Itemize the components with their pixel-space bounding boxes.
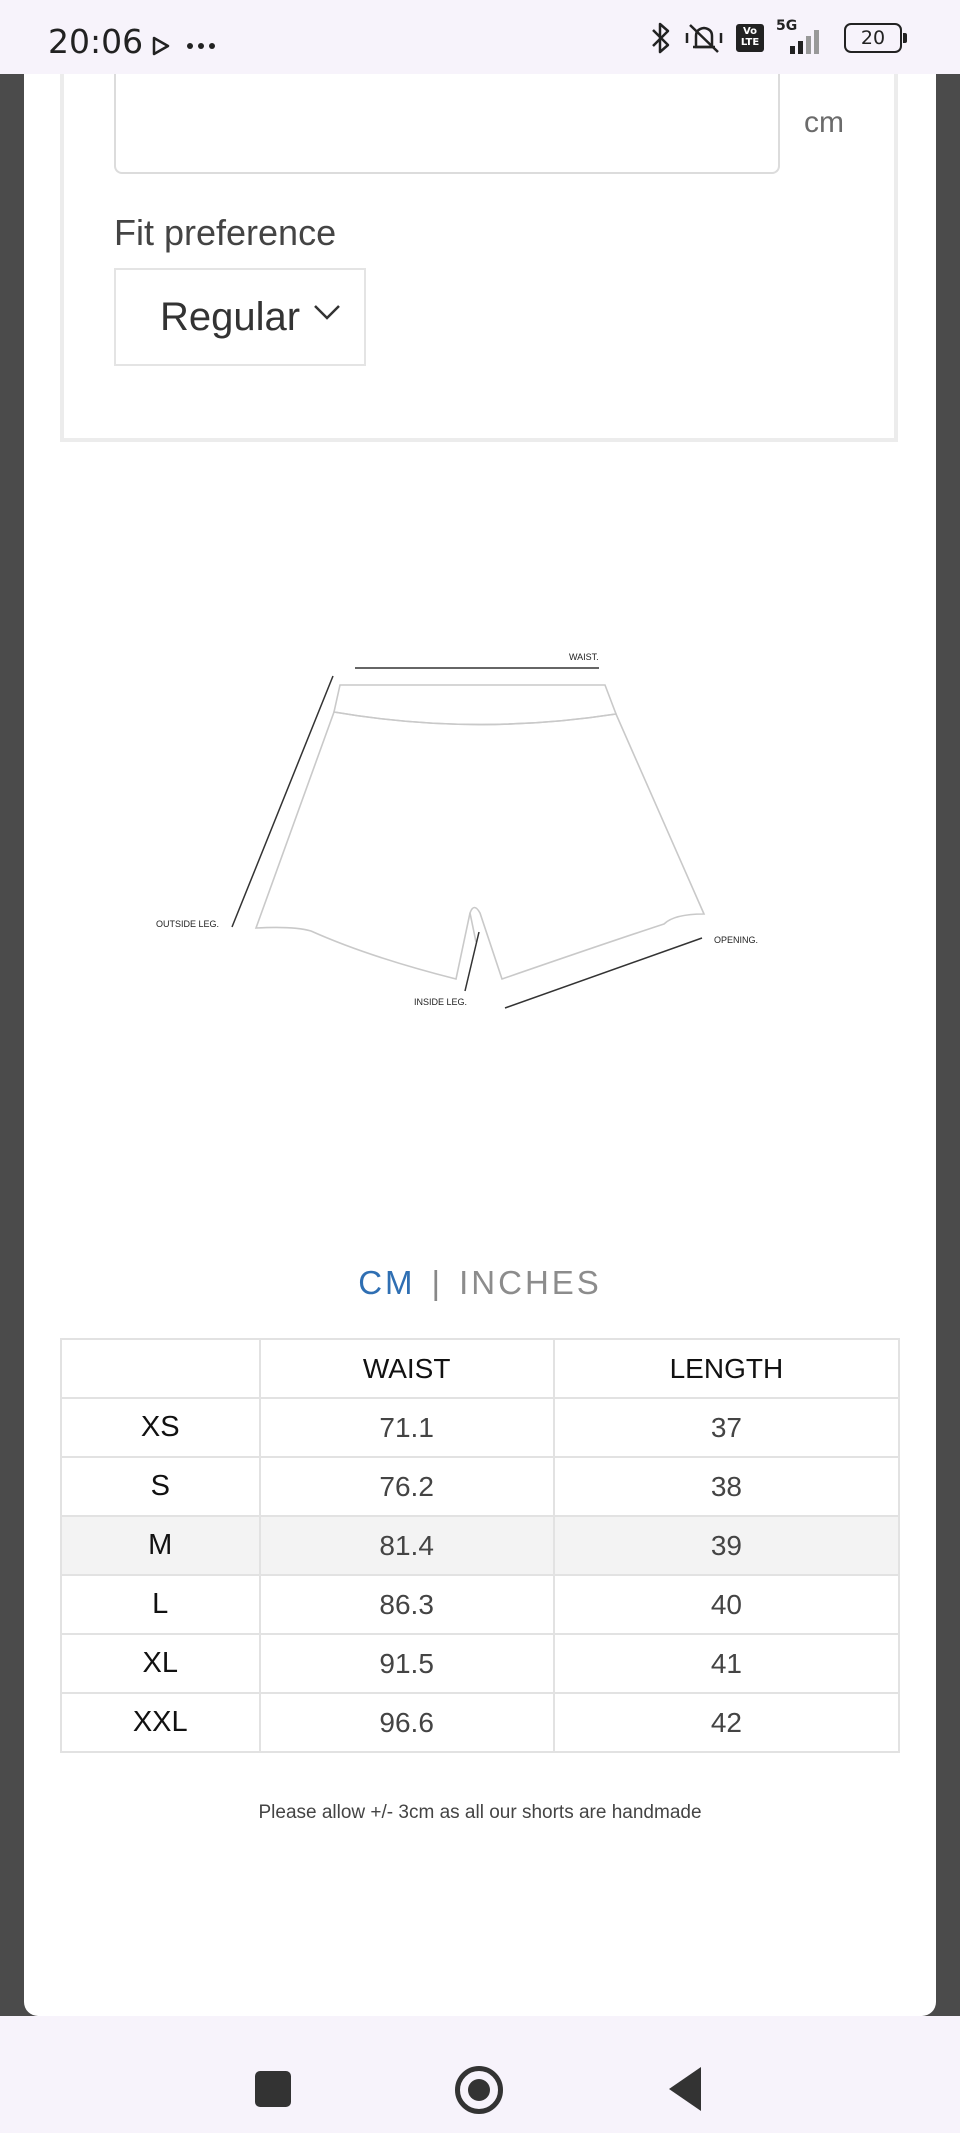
length-cell: 39	[552, 1515, 901, 1576]
table-row: XS 71.1 37	[60, 1397, 901, 1458]
length-cell: 38	[552, 1456, 901, 1517]
header-length: LENGTH	[552, 1338, 901, 1399]
unit-toggle: CM | INCHES	[24, 1264, 936, 1302]
unit-separator: |	[431, 1264, 444, 1301]
status-time: 20:06	[48, 22, 144, 61]
chevron-down-icon	[314, 305, 340, 320]
fit-finder-card: cm Fit preference Regular	[60, 74, 898, 442]
waist-cell: 76.2	[258, 1456, 555, 1517]
table-row: XXL 96.6 42	[60, 1692, 901, 1753]
size-cell: M	[60, 1515, 261, 1576]
inside-leg-label: INSIDE LEG.	[414, 997, 467, 1007]
waist-cell: 71.1	[258, 1397, 555, 1458]
recents-icon[interactable]	[255, 2071, 291, 2107]
unit-inches-tab[interactable]: INCHES	[459, 1264, 602, 1301]
page-content: cm Fit preference Regular WAIST. OUTSIDE…	[24, 74, 936, 2016]
measurement-lines	[231, 667, 703, 1009]
size-cell: XL	[60, 1633, 261, 1694]
length-cell: 41	[552, 1633, 901, 1694]
play-store-icon	[152, 36, 170, 56]
back-icon[interactable]	[669, 2067, 701, 2111]
length-cell: 42	[552, 1692, 901, 1753]
table-row: S 76.2 38	[60, 1456, 901, 1517]
size-cell: XS	[60, 1397, 261, 1458]
waist-cell: 86.3	[258, 1574, 555, 1635]
waist-cell: 96.6	[258, 1692, 555, 1753]
opening-label: OPENING.	[714, 935, 758, 945]
size-cell: S	[60, 1456, 261, 1517]
length-cell: 40	[552, 1574, 901, 1635]
header-waist: WAIST	[258, 1338, 555, 1399]
handmade-footnote: Please allow +/- 3cm as all our shorts a…	[258, 1802, 702, 1823]
muted-vibrate-icon	[685, 24, 723, 53]
bluetooth-icon	[652, 22, 670, 54]
waist-cell: 81.4	[258, 1515, 555, 1576]
table-row-highlighted: M 81.4 39	[60, 1515, 901, 1576]
status-bar: 20:06 Vo LTE 5G 20	[0, 0, 960, 74]
fit-preference-select[interactable]: Regular	[114, 268, 366, 366]
table-row: XL 91.5 41	[60, 1633, 901, 1694]
fit-preference-value: Regular	[160, 294, 301, 339]
fit-preference-label: Fit preference	[114, 212, 337, 253]
size-chart-table: WAIST LENGTH XS 71.1 37 S 76.2 38 M 81.4…	[60, 1338, 901, 1753]
shorts-illustration	[254, 684, 706, 981]
size-cell: XXL	[60, 1692, 261, 1753]
unit-cm-tab[interactable]: CM	[358, 1264, 415, 1301]
volte-badge: Vo LTE	[736, 24, 764, 52]
table-row: L 86.3 40	[60, 1574, 901, 1635]
header-size	[60, 1338, 261, 1399]
table-header-row: WAIST LENGTH	[60, 1338, 901, 1399]
waist-label: WAIST.	[569, 652, 599, 662]
signal-bars-icon: 5G	[776, 18, 832, 56]
navigation-bar	[0, 2016, 960, 2133]
more-dots-icon	[187, 43, 215, 49]
shorts-measurement-diagram: WAIST. OUTSIDE LEG. INSIDE LEG. OPENING.	[156, 652, 758, 1009]
length-cell: 37	[552, 1397, 901, 1458]
waist-cell: 91.5	[258, 1633, 555, 1694]
outside-leg-label: OUTSIDE LEG.	[156, 919, 219, 929]
home-icon[interactable]	[455, 2066, 503, 2114]
measurement-input[interactable]	[114, 74, 780, 174]
battery-icon: 20	[844, 23, 907, 53]
measurement-unit-label: cm	[804, 106, 844, 139]
size-cell: L	[60, 1574, 261, 1635]
